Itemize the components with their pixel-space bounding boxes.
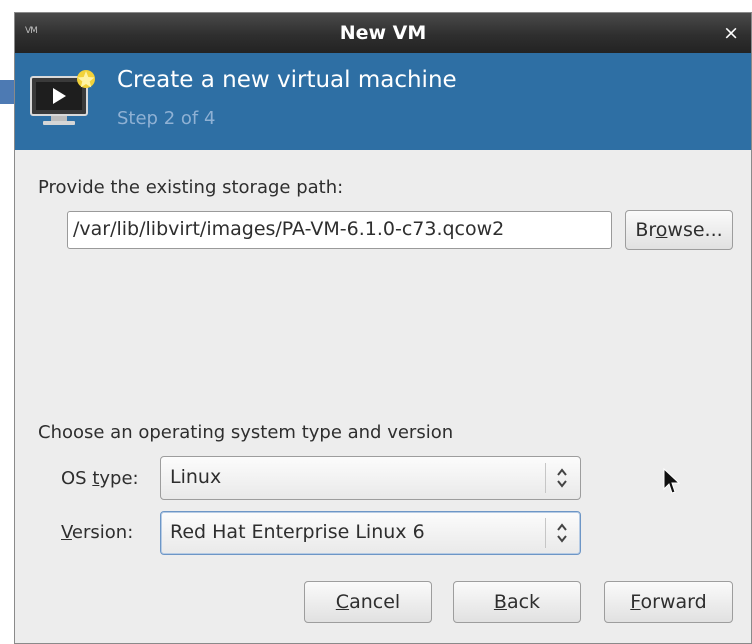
cancel-button-label: Cancel (335, 591, 401, 613)
background-window (0, 0, 14, 644)
vm-monitor-icon (30, 70, 95, 125)
forward-button[interactable]: Forward (604, 581, 733, 623)
chevron-up-down-icon (557, 523, 567, 543)
os-section-label: Choose an operating system type and vers… (38, 422, 454, 443)
new-vm-dialog: VM New VM × Create a new virtual machine… (14, 12, 752, 644)
combo-separator (545, 463, 546, 493)
os-version-value: Red Hat Enterprise Linux 6 (170, 521, 425, 543)
os-type-select[interactable]: Linux (160, 456, 581, 500)
back-button[interactable]: Back (453, 581, 581, 623)
combo-separator (545, 518, 546, 548)
window-title: New VM (339, 22, 427, 44)
browse-button[interactable]: Browse... (625, 210, 733, 250)
close-icon[interactable]: × (723, 22, 739, 44)
title-bar[interactable]: VM New VM × (15, 13, 751, 53)
forward-button-label: Forward (630, 591, 707, 613)
chevron-up-down-icon (557, 468, 567, 488)
os-version-select[interactable]: Red Hat Enterprise Linux 6 (160, 511, 581, 555)
os-type-value: Linux (170, 466, 222, 488)
os-type-label: OS type: (61, 468, 139, 489)
os-version-label: Version: (61, 522, 134, 543)
browse-button-label: Browse... (635, 219, 723, 241)
mouse-cursor-icon (663, 468, 680, 494)
wizard-heading: Create a new virtual machine (117, 67, 457, 93)
back-button-label: Back (493, 591, 541, 613)
storage-path-input[interactable]: /var/lib/libvirt/images/PA-VM-6.1.0-c73.… (67, 211, 612, 249)
storage-path-label: Provide the existing storage path: (38, 177, 344, 198)
wizard-step-indicator: Step 2 of 4 (117, 108, 216, 129)
cancel-button[interactable]: Cancel (304, 581, 432, 623)
background-window-selection (0, 80, 14, 104)
wizard-header: Create a new virtual machine Step 2 of 4 (15, 53, 751, 150)
